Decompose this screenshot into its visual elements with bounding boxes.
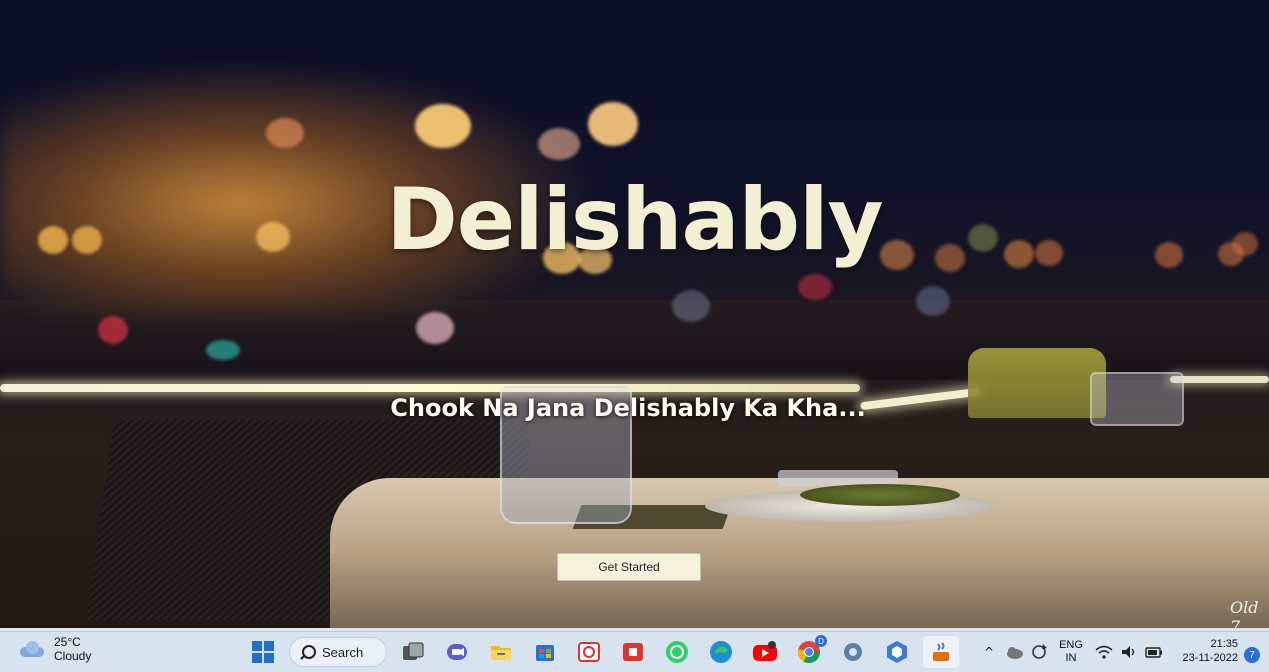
gear-icon [844,643,862,661]
bokeh-light [538,128,580,160]
bokeh-light [672,290,710,322]
site-title: Delishably [386,170,883,270]
whatsapp-icon [666,641,688,663]
region-code: IN [1065,652,1077,664]
search-button[interactable]: Search [289,637,387,667]
bokeh-light [588,102,638,146]
folder-icon [491,646,511,660]
clock-date: 23-11-2022 [1182,652,1238,664]
search-icon [302,645,316,659]
java-app-button[interactable] [923,636,959,668]
weather-condition: Cloudy [54,649,92,663]
app-red-button[interactable] [615,636,651,668]
task-view-icon [403,642,424,660]
bokeh-light [266,118,304,148]
store-icon [536,645,554,661]
chrome-button[interactable]: D [791,635,827,668]
bokeh-light [916,286,950,316]
hex-icon [887,641,907,663]
wifi-icon[interactable] [1094,644,1114,660]
whatsapp-button[interactable] [659,636,695,668]
weather-widget[interactable]: 25°C Cloudy [18,635,91,663]
light-streak [1170,376,1269,383]
youtube-button[interactable] [747,636,783,668]
battery-icon[interactable] [1144,644,1164,660]
settings-button[interactable] [835,636,871,668]
notification-badge[interactable]: 7 [1244,647,1260,663]
teams-button[interactable] [439,636,475,668]
task-view-button[interactable] [395,636,431,668]
refresh-icon[interactable] [1030,643,1048,661]
profile-badge: D [815,635,827,647]
clock-time: 21:35 [1210,638,1238,650]
weather-temperature: 25°C [54,635,81,649]
system-tray: ^ ENG IN [980,636,1164,668]
taskbar-apps: Search D [245,635,959,668]
bokeh-light [798,274,832,300]
language-indicator[interactable]: ENG IN [1054,639,1088,665]
cloud-icon [18,641,46,657]
bokeh-light [206,340,240,360]
sync-app-button[interactable] [571,636,607,668]
site-tagline: Chook Na Jana Delishably Ka Kha... [390,394,866,422]
chevron-up-icon[interactable]: ^ [980,645,998,659]
bokeh-light [416,312,454,344]
sync-icon [578,642,600,662]
edge-icon [710,641,732,663]
bokeh-light [98,316,128,344]
java-icon [933,642,949,661]
app-hex-button[interactable] [879,636,915,668]
light-streak [0,384,860,392]
get-started-button[interactable]: Get Started [557,553,701,581]
file-explorer-button[interactable] [483,636,519,668]
language-code: ENG [1059,639,1083,651]
windows-icon [252,641,274,663]
volume-icon[interactable] [1120,644,1138,660]
hero-background: Delishably Chook Na Jana Delishably Ka K… [0,0,1269,631]
photo-signature: Old 7 [1230,598,1259,631]
search-label: Search [322,644,364,660]
bokeh-light [415,104,471,148]
edge-button[interactable] [703,636,739,668]
taskbar: 25°C Cloudy Search D ^ ENG IN 21:35 23-1… [0,631,1269,672]
video-call-icon [447,644,467,660]
clock[interactable]: 21:35 23-11-2022 [1172,637,1238,665]
onedrive-icon[interactable] [1004,645,1024,659]
food [800,484,960,506]
store-button[interactable] [527,636,563,668]
start-button[interactable] [245,636,281,668]
youtube-icon [753,641,777,661]
app-icon [623,643,643,661]
